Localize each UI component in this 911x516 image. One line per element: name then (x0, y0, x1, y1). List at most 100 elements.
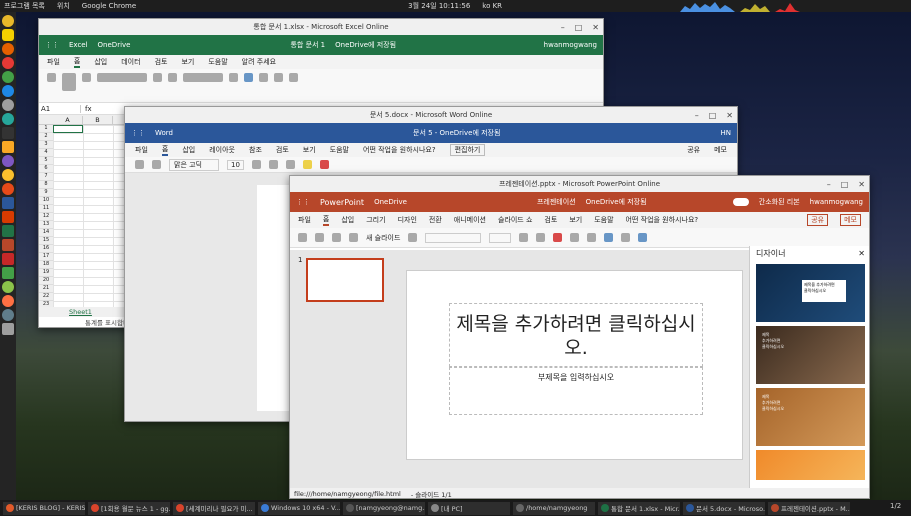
tab-view[interactable]: 보기 (303, 145, 316, 155)
number-format-icon[interactable] (183, 73, 223, 82)
font-color-icon[interactable] (319, 160, 329, 169)
input-method[interactable]: ko KR (482, 2, 502, 10)
mail-icon[interactable] (2, 183, 14, 195)
tab-references[interactable]: 참조 (249, 145, 262, 155)
share-button[interactable]: 공유 (807, 214, 829, 226)
tab-home[interactable]: 홈 (161, 144, 169, 156)
row-header[interactable]: 13 (39, 221, 53, 229)
app-name[interactable]: PowerPoint (320, 198, 364, 207)
active-app-menu[interactable]: Google Chrome (82, 2, 136, 10)
taskbar-button[interactable]: /home/namgyeong (513, 501, 595, 515)
slide-canvas[interactable]: 제목을 추가하려면 클릭하십시오. 부제목을 입력하십시오 (406, 270, 743, 460)
find-icon[interactable] (621, 233, 631, 242)
powerpoint-app-icon[interactable] (2, 239, 14, 251)
user-name[interactable]: hwanmogwang (544, 41, 597, 49)
row-header[interactable]: 6 (39, 165, 53, 173)
edit-mode-button[interactable]: 편집하기 (449, 144, 486, 156)
row-header[interactable]: 8 (39, 181, 53, 189)
places-menu[interactable]: 위치 (57, 1, 70, 11)
italic-icon[interactable] (268, 160, 278, 169)
tab-help[interactable]: 도움말 (330, 145, 349, 155)
minimize-icon[interactable]: – (561, 23, 565, 32)
font-size-box[interactable] (489, 232, 512, 243)
row-header[interactable]: 4 (39, 149, 53, 157)
app-launcher-icon[interactable]: ⋮⋮ (45, 41, 59, 49)
tab-insert[interactable]: 삽입 (182, 145, 195, 155)
app-launcher-icon[interactable]: ⋮⋮ (296, 198, 310, 206)
network-icon[interactable] (2, 85, 14, 97)
tab-insert[interactable]: 삽입 (341, 215, 354, 225)
maximize-icon[interactable]: □ (841, 180, 849, 189)
trash-icon[interactable] (2, 323, 14, 335)
tell-me-box[interactable]: 알려 주세요 (242, 57, 276, 67)
minimize-icon[interactable]: – (695, 111, 699, 120)
clock[interactable]: 3월 24일 10:11:56 (408, 1, 470, 11)
close-icon[interactable]: ✕ (858, 180, 865, 189)
align-icon[interactable] (587, 233, 597, 242)
font-box-icon[interactable] (97, 73, 147, 82)
fx-icon[interactable]: fx (81, 105, 92, 113)
chrome-icon[interactable] (2, 15, 14, 27)
tab-home[interactable]: 홈 (322, 214, 330, 226)
close-icon[interactable]: ✕ (726, 111, 733, 120)
row-header[interactable]: 17 (39, 253, 53, 261)
row-header[interactable]: 9 (39, 189, 53, 197)
paste-icon[interactable] (315, 233, 324, 242)
brand-link[interactable]: OneDrive (98, 41, 131, 49)
active-cell[interactable] (53, 125, 83, 133)
tab-design[interactable]: 디자인 (398, 215, 417, 225)
tell-me-box[interactable]: 어떤 작업을 원하시나요? (626, 215, 699, 225)
undo-icon[interactable] (47, 73, 56, 82)
sort-icon[interactable] (274, 73, 283, 82)
name-box[interactable]: A1 (41, 104, 81, 113)
fox-icon[interactable] (2, 295, 14, 307)
tab-file[interactable]: 파일 (135, 145, 148, 155)
row-header[interactable]: 20 (39, 277, 53, 285)
document-name[interactable]: 프레젠테이션 (537, 197, 576, 207)
table-icon[interactable] (244, 73, 253, 82)
close-icon[interactable]: ✕ (858, 249, 865, 258)
office-icon[interactable] (2, 211, 14, 223)
find-icon[interactable] (289, 73, 298, 82)
tab-file[interactable]: 파일 (298, 215, 311, 225)
taskbar-button[interactable]: Windows 10 x64 - V... (258, 501, 340, 515)
underline-icon[interactable] (285, 160, 295, 169)
design-card-1[interactable]: 제목을 추가하려면 클릭하십시오 (756, 264, 865, 322)
row-header[interactable]: 19 (39, 269, 53, 277)
font-color-icon[interactable] (553, 233, 563, 242)
disk-icon[interactable] (2, 309, 14, 321)
brand-link[interactable]: OneDrive (374, 198, 407, 206)
font-size-box[interactable]: 10 (227, 159, 244, 170)
row-header[interactable]: 21 (39, 285, 53, 293)
undo-icon[interactable] (298, 233, 307, 242)
cut-icon[interactable] (82, 73, 91, 82)
design-card-3[interactable]: 제목 추가하려면 클릭하십시오 (756, 388, 865, 446)
row-header[interactable]: 3 (39, 141, 53, 149)
design-card-2[interactable]: 제목 추가하려면 클릭하십시오 (756, 326, 865, 384)
tab-view[interactable]: 보기 (569, 215, 582, 225)
comments-button[interactable]: 메모 (714, 145, 727, 155)
tab-slideshow[interactable]: 슬라이드 쇼 (498, 215, 532, 225)
taskbar-button[interactable]: [세계미리나 필요가 미... (173, 501, 255, 515)
tab-transitions[interactable]: 전환 (429, 215, 442, 225)
tab-help[interactable]: 도움말 (208, 57, 227, 67)
firefox-icon[interactable] (2, 43, 14, 55)
row-header[interactable]: 1 (39, 125, 53, 133)
tab-review[interactable]: 검토 (544, 215, 557, 225)
new-slide-button[interactable]: 새 슬라이드 (366, 233, 400, 243)
layout-icon[interactable] (408, 233, 418, 242)
font-name-box[interactable]: 맑은 고딕 (169, 158, 219, 171)
row-header[interactable]: 11 (39, 205, 53, 213)
minimize-icon[interactable]: – (827, 180, 831, 189)
bold-icon[interactable] (251, 160, 261, 169)
folder-icon[interactable] (2, 141, 14, 153)
tab-layout[interactable]: 레이아웃 (209, 145, 235, 155)
tab-draw[interactable]: 그리기 (366, 215, 385, 225)
slide-subtitle-placeholder[interactable]: 부제목을 입력하십시오 (449, 367, 703, 415)
user-avatar[interactable]: HN (721, 129, 732, 137)
browser-icon[interactable] (2, 99, 14, 111)
column-a[interactable]: A (53, 115, 83, 124)
row-header[interactable]: 18 (39, 261, 53, 269)
tab-file[interactable]: 파일 (47, 57, 60, 67)
row-header[interactable]: 5 (39, 157, 53, 165)
